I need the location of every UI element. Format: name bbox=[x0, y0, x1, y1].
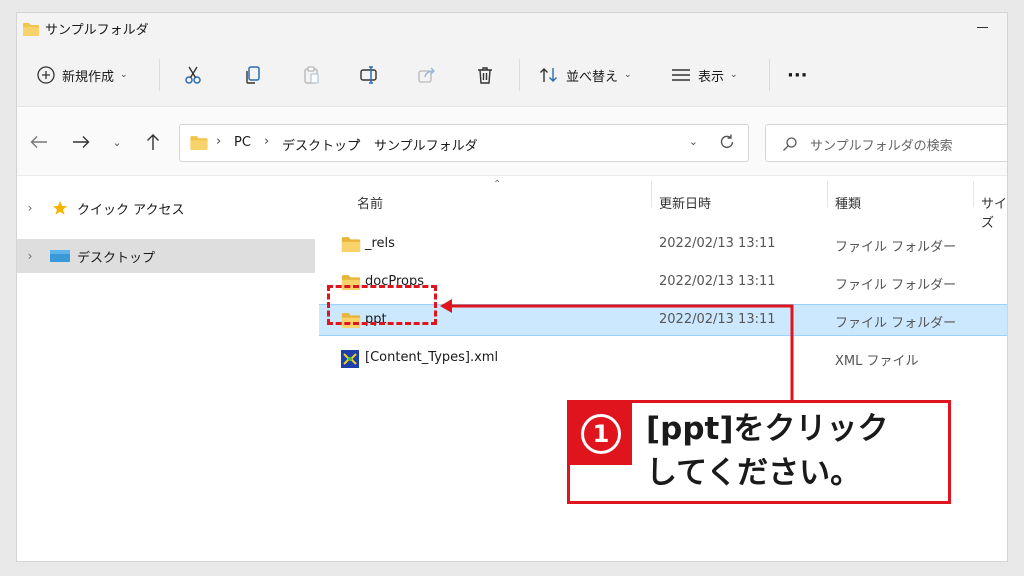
nav-item-quick-access[interactable]: › クイック アクセス bbox=[17, 191, 315, 225]
chevron-down-icon: ⌄ bbox=[120, 70, 128, 80]
instruction-line-2: してください。 bbox=[646, 455, 862, 491]
step-number-badge: 1 bbox=[570, 403, 632, 465]
file-row[interactable]: [Content_Types].xml XML ファイル bbox=[319, 343, 1007, 375]
view-list-icon bbox=[672, 69, 690, 81]
step-number: 1 bbox=[581, 414, 621, 454]
new-button-label: 新規作成 bbox=[62, 69, 115, 85]
nav-item-label: クイック アクセス bbox=[77, 202, 185, 218]
xml-file-icon bbox=[341, 350, 359, 372]
breadcrumb-pc[interactable]: PC bbox=[234, 135, 251, 150]
column-header-name[interactable]: 名前 bbox=[357, 193, 383, 212]
nav-item-label: デスクトップ bbox=[77, 250, 156, 266]
share-button[interactable] bbox=[417, 61, 437, 89]
column-divider[interactable] bbox=[651, 181, 652, 207]
folder-icon bbox=[190, 135, 208, 154]
search-placeholder: サンプルフォルダの検索 bbox=[810, 139, 953, 154]
toolbar-divider bbox=[159, 59, 160, 91]
highlight-box bbox=[327, 285, 437, 325]
sort-button-label: 並べ替え bbox=[566, 69, 619, 85]
search-box[interactable]: サンプルフォルダの検索 bbox=[765, 124, 1007, 162]
file-name: _rels bbox=[365, 236, 395, 251]
column-divider[interactable] bbox=[973, 181, 974, 207]
view-button[interactable]: 表示 ⌄ bbox=[671, 61, 738, 89]
navigation-pane: › クイック アクセス › デスクトップ bbox=[17, 177, 315, 561]
sort-ascending-icon: ⌃ bbox=[493, 179, 502, 190]
address-dropdown-icon[interactable]: ⌄ bbox=[689, 135, 698, 148]
sort-arrows-icon bbox=[540, 68, 557, 82]
plus-circle-icon bbox=[37, 66, 55, 84]
breadcrumb-separator-icon: › bbox=[264, 134, 270, 149]
star-icon bbox=[49, 200, 71, 216]
recent-locations-chevron-icon[interactable]: ⌄ bbox=[105, 130, 129, 154]
sort-button[interactable]: 並べ替え ⌄ bbox=[539, 61, 632, 89]
search-icon bbox=[782, 136, 798, 156]
column-header-date[interactable]: 更新日時 bbox=[659, 193, 711, 212]
address-row: ⌄ › PC › デスクトップ › サンプルフォルダ ⌄ サンプルフォルダの検索 bbox=[17, 108, 1007, 176]
back-arrow-icon[interactable] bbox=[27, 130, 51, 154]
window-title: サンプルフォルダ bbox=[45, 23, 149, 38]
expand-chevron-icon[interactable]: › bbox=[17, 249, 43, 263]
minimize-button[interactable] bbox=[973, 17, 993, 37]
rename-icon bbox=[360, 66, 377, 84]
file-date: 2022/02/13 13:11 bbox=[659, 312, 776, 327]
toolbar-divider bbox=[769, 59, 770, 91]
file-type: XML ファイル bbox=[835, 354, 919, 369]
trash-icon bbox=[478, 67, 492, 84]
instruction-text: [ppt]をクリック してください。 bbox=[646, 407, 946, 495]
file-name: [Content_Types].xml bbox=[365, 350, 499, 365]
breadcrumb-separator-icon: › bbox=[216, 134, 222, 149]
title-bar: サンプルフォルダ bbox=[17, 13, 1007, 43]
copy-button[interactable] bbox=[243, 61, 263, 89]
breadcrumb-separator-icon: › bbox=[356, 134, 362, 149]
refresh-icon[interactable] bbox=[718, 133, 736, 155]
cut-button[interactable] bbox=[183, 61, 203, 89]
expand-chevron-icon[interactable]: › bbox=[17, 201, 43, 215]
paste-icon bbox=[304, 66, 319, 84]
toolbar-divider bbox=[519, 59, 520, 91]
up-arrow-icon[interactable] bbox=[141, 130, 165, 154]
address-bar[interactable]: › PC › デスクトップ › サンプルフォルダ ⌄ bbox=[179, 124, 749, 162]
chevron-down-icon: ⌄ bbox=[624, 70, 632, 80]
file-list: ⌃ 名前 更新日時 種類 サイズ _rels 2022/02/13 13:11 … bbox=[319, 177, 1007, 561]
file-date: 2022/02/13 13:11 bbox=[659, 274, 776, 289]
instruction-line-1: [ppt]をクリック bbox=[646, 411, 889, 447]
delete-button[interactable] bbox=[475, 61, 495, 89]
column-header-type[interactable]: 種類 bbox=[835, 193, 861, 212]
command-bar: 新規作成 ⌄ 並べ替え ⌄ 表示 ⌄ ··· bbox=[17, 43, 1007, 107]
paste-button[interactable] bbox=[301, 61, 321, 89]
folder-icon bbox=[341, 236, 361, 256]
share-icon bbox=[418, 67, 435, 83]
file-date: 2022/02/13 13:11 bbox=[659, 236, 776, 251]
scissors-icon bbox=[185, 66, 201, 84]
chevron-down-icon: ⌄ bbox=[730, 70, 738, 80]
breadcrumb-desktop[interactable]: デスクトップ bbox=[282, 135, 360, 154]
more-options-button[interactable]: ··· bbox=[787, 61, 808, 89]
nav-item-desktop[interactable]: › デスクトップ bbox=[17, 239, 315, 273]
file-type: ファイル フォルダー bbox=[835, 278, 957, 293]
column-header-size[interactable]: サイズ bbox=[981, 193, 1007, 231]
rename-button[interactable] bbox=[359, 61, 381, 89]
forward-arrow-icon[interactable] bbox=[69, 130, 93, 154]
column-divider[interactable] bbox=[827, 181, 828, 207]
new-button[interactable]: 新規作成 ⌄ bbox=[37, 61, 128, 89]
desktop-icon bbox=[49, 249, 71, 263]
breadcrumb-sample-folder[interactable]: サンプルフォルダ bbox=[374, 135, 478, 154]
file-row[interactable]: _rels 2022/02/13 13:11 ファイル フォルダー bbox=[319, 229, 1007, 261]
file-type: ファイル フォルダー bbox=[835, 316, 957, 331]
copy-icon bbox=[246, 66, 260, 84]
folder-icon bbox=[23, 21, 39, 40]
file-type: ファイル フォルダー bbox=[835, 240, 957, 255]
view-button-label: 表示 bbox=[698, 69, 725, 85]
instruction-callout: 1 [ppt]をクリック してください。 bbox=[567, 400, 951, 504]
